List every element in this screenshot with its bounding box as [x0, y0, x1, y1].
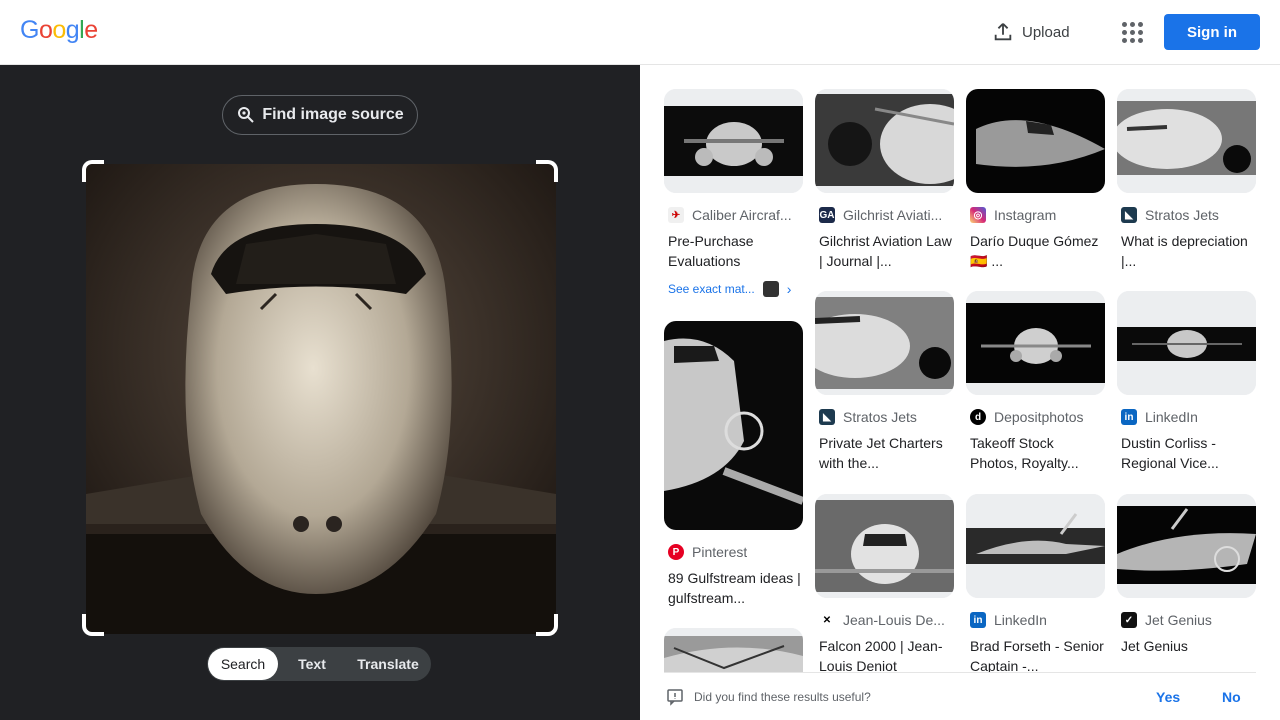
linkedin-favicon-icon: in [970, 612, 986, 628]
result-title[interactable]: Private Jet Charters with the... [815, 433, 954, 473]
result-thumbnail[interactable] [815, 291, 954, 395]
logo-letter: e [84, 16, 98, 44]
find-image-source-button[interactable]: Find image source [222, 95, 418, 135]
result-thumbnail[interactable] [1117, 89, 1256, 193]
result-title[interactable]: Darío Duque Gómez 🇪🇸 ... [966, 231, 1105, 271]
result-card[interactable] [664, 628, 803, 672]
result-title[interactable]: Brad Forseth - Senior Captain -... [966, 636, 1105, 676]
result-source: Pinterest [692, 544, 748, 560]
crop-handle-bottom-right[interactable] [536, 614, 558, 636]
sign-in-button[interactable]: Sign in [1164, 14, 1260, 50]
result-source: Stratos Jets [843, 409, 917, 425]
result-thumbnail[interactable] [966, 291, 1105, 395]
see-exact-matches-link[interactable]: See exact mat... › [668, 281, 791, 297]
result-thumbnail[interactable] [1117, 494, 1256, 598]
google-logo[interactable]: Google [20, 16, 98, 45]
linkedin-favicon-icon: in [1121, 409, 1137, 425]
result-card[interactable]: ✈ Caliber Aircraf... Pre-Purchase Evaluat… [664, 89, 803, 271]
result-source: Jet Genius [1145, 612, 1212, 628]
result-thumbnail[interactable] [664, 628, 803, 672]
tab-translate[interactable]: Translate [346, 648, 430, 680]
upload-icon [994, 23, 1012, 41]
crop-handle-top-right[interactable] [536, 160, 558, 182]
result-thumbnail[interactable] [966, 89, 1105, 193]
gilchrist-favicon-icon: GA [819, 207, 835, 223]
result-source: LinkedIn [1145, 409, 1198, 425]
upload-label: Upload [1022, 23, 1070, 41]
lens-search-icon [238, 107, 255, 123]
result-title[interactable]: 89 Gulfstream ideas | gulfstream... [664, 568, 803, 608]
jean-louis-deniot-favicon-icon: ✕ [819, 612, 835, 628]
result-source: Caliber Aircraf... [692, 207, 792, 223]
see-exact-matches-label: See exact mat... [668, 282, 755, 296]
crop-handle-bottom-left[interactable] [82, 614, 104, 636]
logo-letter: g [65, 16, 80, 44]
tab-search[interactable]: Search [208, 648, 278, 680]
top-bar: Google Upload Sign in [0, 0, 1280, 65]
result-thumbnail[interactable] [664, 321, 803, 530]
tab-text[interactable]: Text [278, 648, 346, 680]
upload-button[interactable]: Upload [992, 18, 1070, 46]
logo-letter: G [20, 16, 39, 44]
result-title[interactable]: Gilchrist Aviation Law | Journal |... [815, 231, 954, 271]
result-card[interactable]: ✕ Jean-Louis De... Falcon 2000 | Jean-Lou… [815, 494, 954, 676]
result-source: Jean-Louis De... [843, 612, 945, 628]
feedback-bar: Did you find these results useful? Yes N… [664, 672, 1256, 720]
result-source: Gilchrist Aviati... [843, 207, 943, 223]
query-image-panel: Find image source Search Text Translate [0, 65, 640, 720]
result-card[interactable]: ◎ Instagram Darío Duque Gómez 🇪🇸 ... [966, 89, 1105, 271]
result-title[interactable]: Takeoff Stock Photos, Royalty... [966, 433, 1105, 473]
find-image-source-label: Find image source [262, 106, 404, 123]
feedback-question: Did you find these results useful? [694, 689, 871, 704]
result-thumbnail[interactable] [1117, 291, 1256, 395]
result-card[interactable]: in LinkedIn Dustin Corliss - Regional Vic… [1117, 291, 1256, 473]
result-title[interactable]: Jet Genius [1117, 636, 1256, 676]
crop-handle-top-left[interactable] [82, 160, 104, 182]
apps-grid-icon[interactable] [1120, 20, 1144, 44]
result-thumbnail[interactable] [815, 89, 954, 193]
feedback-icon [667, 688, 683, 706]
result-title[interactable]: Falcon 2000 | Jean-Louis Deniot [815, 636, 954, 676]
feedback-yes-button[interactable]: Yes [1156, 689, 1180, 705]
exact-match-thumbnail-icon [762, 281, 779, 297]
stratos-jets-favicon-icon: ◣ [819, 409, 835, 425]
stratos-jets-favicon-icon: ◣ [1121, 207, 1137, 223]
result-thumbnail[interactable] [815, 494, 954, 598]
result-source: Depositphotos [994, 409, 1084, 425]
chevron-right-icon: › [786, 281, 792, 297]
result-thumbnail[interactable] [664, 89, 803, 193]
caliber-favicon-icon: ✈ [668, 207, 684, 223]
result-source: Instagram [994, 207, 1057, 223]
result-card[interactable]: ✓ Jet Genius Jet Genius [1117, 494, 1256, 676]
result-thumbnail[interactable] [966, 494, 1105, 598]
result-title[interactable]: Pre-Purchase Evaluations [664, 231, 803, 271]
result-card[interactable]: P Pinterest 89 Gulfstream ideas | gulfstr… [664, 321, 803, 608]
instagram-favicon-icon: ◎ [970, 207, 986, 223]
feedback-no-button[interactable]: No [1222, 689, 1241, 705]
result-title[interactable]: Dustin Corliss - Regional Vice... [1117, 433, 1256, 473]
result-source: LinkedIn [994, 612, 1047, 628]
result-card[interactable]: ◣ Stratos Jets What is depreciation |... [1117, 89, 1256, 271]
result-card[interactable]: GA Gilchrist Aviati... Gilchrist Aviation… [815, 89, 954, 271]
logo-letter: o [52, 16, 66, 44]
result-card[interactable]: ◣ Stratos Jets Private Jet Charters with … [815, 291, 954, 473]
result-source: Stratos Jets [1145, 207, 1219, 223]
pinterest-favicon-icon: P [668, 544, 684, 560]
logo-letter: o [38, 16, 53, 44]
query-image[interactable] [86, 164, 556, 634]
search-mode-tabs: Search Text Translate [207, 647, 431, 681]
result-card[interactable]: in LinkedIn Brad Forseth - Senior Captain… [966, 494, 1105, 676]
result-title[interactable]: What is depreciation |... [1117, 231, 1256, 271]
depositphotos-favicon-icon: d [970, 409, 986, 425]
jet-genius-favicon-icon: ✓ [1121, 612, 1137, 628]
result-card[interactable]: d Depositphotos Takeoff Stock Photos, Roy… [966, 291, 1105, 473]
